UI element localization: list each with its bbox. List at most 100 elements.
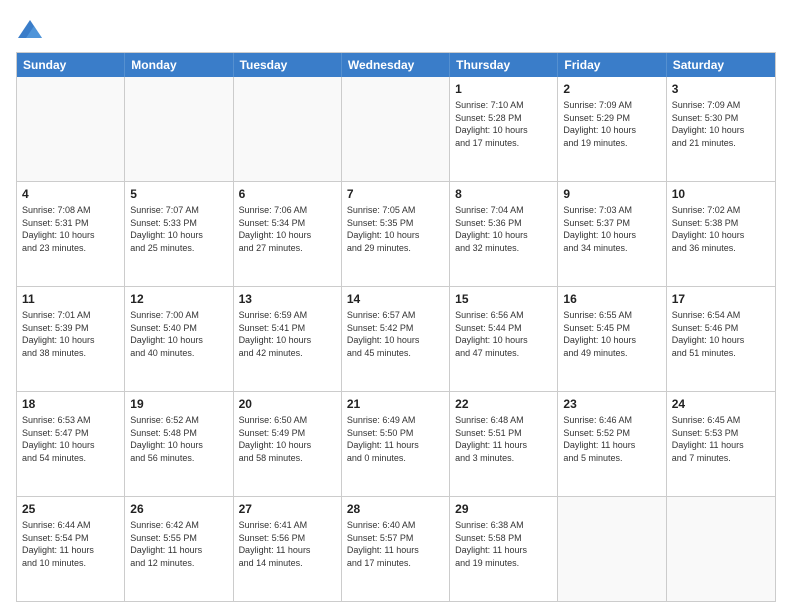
- calendar-cell: 25 Sunrise: 6:44 AM Sunset: 5:54 PM Dayli…: [17, 497, 125, 601]
- day-number: 2: [563, 81, 660, 97]
- calendar-cell: 4 Sunrise: 7:08 AM Sunset: 5:31 PM Daylig…: [17, 182, 125, 286]
- logo: [16, 16, 48, 44]
- day-number: 12: [130, 291, 227, 307]
- calendar-cell: 15 Sunrise: 6:56 AM Sunset: 5:44 PM Dayli…: [450, 287, 558, 391]
- calendar-cell: 5Sunrise: 7:07 AM Sunset: 5:33 PM Daylig…: [125, 182, 233, 286]
- day-info: Sunrise: 6:42 AM Sunset: 5:55 PM Dayligh…: [130, 519, 227, 569]
- day-number: 10: [672, 186, 770, 202]
- day-number: 6: [239, 186, 336, 202]
- calendar-cell: [234, 77, 342, 181]
- day-info: Sunrise: 7:00 AM Sunset: 5:40 PM Dayligh…: [130, 309, 227, 359]
- calendar-cell: [125, 77, 233, 181]
- day-number: 27: [239, 501, 336, 517]
- day-info: Sunrise: 6:38 AM Sunset: 5:58 PM Dayligh…: [455, 519, 552, 569]
- day-number: 28: [347, 501, 444, 517]
- day-number: 11: [22, 291, 119, 307]
- day-info: Sunrise: 6:46 AM Sunset: 5:52 PM Dayligh…: [563, 414, 660, 464]
- calendar-cell: 1 Sunrise: 7:10 AM Sunset: 5:28 PM Daylig…: [450, 77, 558, 181]
- weekday-header: Monday: [125, 53, 233, 77]
- weekday-header: Sunday: [17, 53, 125, 77]
- calendar-cell: 9 Sunrise: 7:03 AM Sunset: 5:37 PM Daylig…: [558, 182, 666, 286]
- day-info: Sunrise: 6:55 AM Sunset: 5:45 PM Dayligh…: [563, 309, 660, 359]
- weekday-header: Friday: [558, 53, 666, 77]
- day-number: 7: [347, 186, 444, 202]
- day-number: 14: [347, 291, 444, 307]
- day-number: 22: [455, 396, 552, 412]
- header: [16, 16, 776, 44]
- calendar-cell: 17Sunrise: 6:54 AM Sunset: 5:46 PM Dayli…: [667, 287, 775, 391]
- calendar-cell: 13 Sunrise: 6:59 AM Sunset: 5:41 PM Dayli…: [234, 287, 342, 391]
- day-number: 25: [22, 501, 119, 517]
- day-info: Sunrise: 7:02 AM Sunset: 5:38 PM Dayligh…: [672, 204, 770, 254]
- day-number: 16: [563, 291, 660, 307]
- calendar-cell: 29 Sunrise: 6:38 AM Sunset: 5:58 PM Dayli…: [450, 497, 558, 601]
- day-info: Sunrise: 6:50 AM Sunset: 5:49 PM Dayligh…: [239, 414, 336, 464]
- calendar-cell: 19 Sunrise: 6:52 AM Sunset: 5:48 PM Dayli…: [125, 392, 233, 496]
- calendar-cell: 7 Sunrise: 7:05 AM Sunset: 5:35 PM Daylig…: [342, 182, 450, 286]
- calendar-cell: 28 Sunrise: 6:40 AM Sunset: 5:57 PM Dayli…: [342, 497, 450, 601]
- calendar-header: SundayMondayTuesdayWednesdayThursdayFrid…: [17, 53, 775, 77]
- calendar-cell: 14Sunrise: 6:57 AM Sunset: 5:42 PM Dayli…: [342, 287, 450, 391]
- day-info: Sunrise: 6:56 AM Sunset: 5:44 PM Dayligh…: [455, 309, 552, 359]
- day-number: 8: [455, 186, 552, 202]
- page: SundayMondayTuesdayWednesdayThursdayFrid…: [0, 0, 792, 612]
- weekday-header: Wednesday: [342, 53, 450, 77]
- day-number: 17: [672, 291, 770, 307]
- day-number: 24: [672, 396, 770, 412]
- day-info: Sunrise: 6:59 AM Sunset: 5:41 PM Dayligh…: [239, 309, 336, 359]
- day-number: 5: [130, 186, 227, 202]
- calendar-cell: 3 Sunrise: 7:09 AM Sunset: 5:30 PM Daylig…: [667, 77, 775, 181]
- weekday-header: Tuesday: [234, 53, 342, 77]
- calendar-cell: 21 Sunrise: 6:49 AM Sunset: 5:50 PM Dayli…: [342, 392, 450, 496]
- calendar-cell: 8Sunrise: 7:04 AM Sunset: 5:36 PM Daylig…: [450, 182, 558, 286]
- day-number: 23: [563, 396, 660, 412]
- calendar-cell: [342, 77, 450, 181]
- day-info: Sunrise: 7:05 AM Sunset: 5:35 PM Dayligh…: [347, 204, 444, 254]
- day-info: Sunrise: 6:41 AM Sunset: 5:56 PM Dayligh…: [239, 519, 336, 569]
- calendar-cell: 16 Sunrise: 6:55 AM Sunset: 5:45 PM Dayli…: [558, 287, 666, 391]
- day-number: 18: [22, 396, 119, 412]
- calendar-cell: 6 Sunrise: 7:06 AM Sunset: 5:34 PM Daylig…: [234, 182, 342, 286]
- day-info: Sunrise: 7:06 AM Sunset: 5:34 PM Dayligh…: [239, 204, 336, 254]
- day-number: 19: [130, 396, 227, 412]
- calendar-body: 1 Sunrise: 7:10 AM Sunset: 5:28 PM Daylig…: [17, 77, 775, 601]
- day-number: 26: [130, 501, 227, 517]
- calendar-cell: 11 Sunrise: 7:01 AM Sunset: 5:39 PM Dayli…: [17, 287, 125, 391]
- calendar-cell: 2 Sunrise: 7:09 AM Sunset: 5:29 PM Daylig…: [558, 77, 666, 181]
- day-info: Sunrise: 7:01 AM Sunset: 5:39 PM Dayligh…: [22, 309, 119, 359]
- day-number: 4: [22, 186, 119, 202]
- calendar-cell: 23 Sunrise: 6:46 AM Sunset: 5:52 PM Dayli…: [558, 392, 666, 496]
- calendar-cell: 12 Sunrise: 7:00 AM Sunset: 5:40 PM Dayli…: [125, 287, 233, 391]
- day-number: 9: [563, 186, 660, 202]
- calendar-row: 25 Sunrise: 6:44 AM Sunset: 5:54 PM Dayli…: [17, 496, 775, 601]
- calendar-cell: 20 Sunrise: 6:50 AM Sunset: 5:49 PM Dayli…: [234, 392, 342, 496]
- calendar-row: 11 Sunrise: 7:01 AM Sunset: 5:39 PM Dayli…: [17, 286, 775, 391]
- calendar: SundayMondayTuesdayWednesdayThursdayFrid…: [16, 52, 776, 602]
- calendar-row: 4 Sunrise: 7:08 AM Sunset: 5:31 PM Daylig…: [17, 181, 775, 286]
- day-number: 15: [455, 291, 552, 307]
- calendar-cell: 24 Sunrise: 6:45 AM Sunset: 5:53 PM Dayli…: [667, 392, 775, 496]
- day-info: Sunrise: 7:08 AM Sunset: 5:31 PM Dayligh…: [22, 204, 119, 254]
- calendar-cell: 27 Sunrise: 6:41 AM Sunset: 5:56 PM Dayli…: [234, 497, 342, 601]
- weekday-header: Thursday: [450, 53, 558, 77]
- calendar-cell: [17, 77, 125, 181]
- day-number: 21: [347, 396, 444, 412]
- calendar-cell: [667, 497, 775, 601]
- day-number: 13: [239, 291, 336, 307]
- day-info: Sunrise: 6:52 AM Sunset: 5:48 PM Dayligh…: [130, 414, 227, 464]
- day-number: 20: [239, 396, 336, 412]
- weekday-header: Saturday: [667, 53, 775, 77]
- day-info: Sunrise: 6:44 AM Sunset: 5:54 PM Dayligh…: [22, 519, 119, 569]
- day-info: Sunrise: 6:45 AM Sunset: 5:53 PM Dayligh…: [672, 414, 770, 464]
- day-info: Sunrise: 6:40 AM Sunset: 5:57 PM Dayligh…: [347, 519, 444, 569]
- calendar-row: 1 Sunrise: 7:10 AM Sunset: 5:28 PM Daylig…: [17, 77, 775, 181]
- day-info: Sunrise: 7:10 AM Sunset: 5:28 PM Dayligh…: [455, 99, 552, 149]
- day-info: Sunrise: 7:03 AM Sunset: 5:37 PM Dayligh…: [563, 204, 660, 254]
- day-number: 29: [455, 501, 552, 517]
- day-number: 3: [672, 81, 770, 97]
- day-info: Sunrise: 7:09 AM Sunset: 5:30 PM Dayligh…: [672, 99, 770, 149]
- day-info: Sunrise: 7:09 AM Sunset: 5:29 PM Dayligh…: [563, 99, 660, 149]
- day-number: 1: [455, 81, 552, 97]
- day-info: Sunrise: 6:53 AM Sunset: 5:47 PM Dayligh…: [22, 414, 119, 464]
- day-info: Sunrise: 6:49 AM Sunset: 5:50 PM Dayligh…: [347, 414, 444, 464]
